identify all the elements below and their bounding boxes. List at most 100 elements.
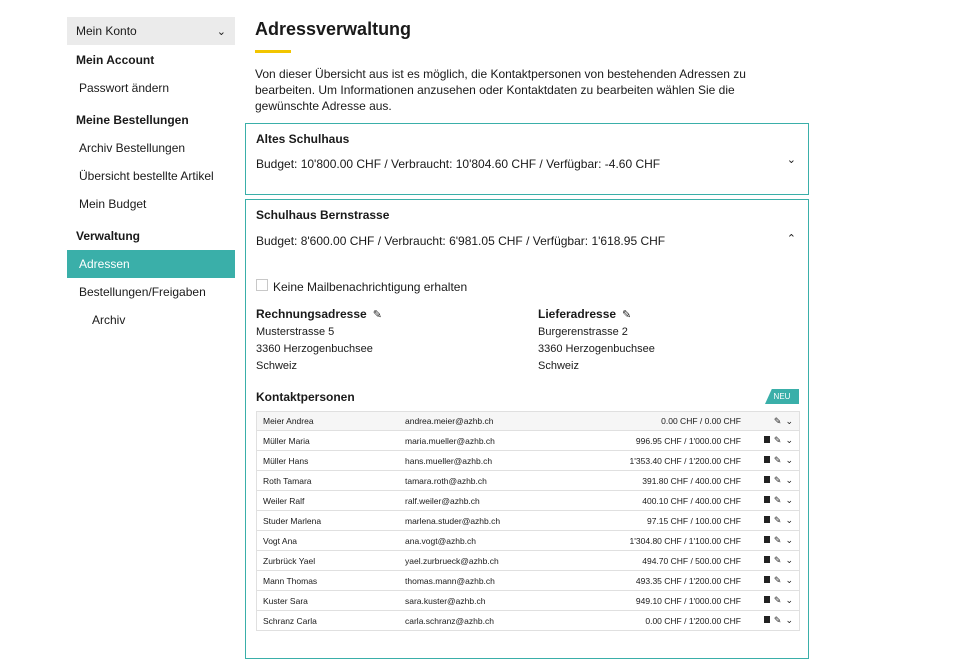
contact-name: Roth Tamara <box>263 475 312 486</box>
row-actions: ✎ ⌄ <box>757 615 793 626</box>
chevron-down-icon[interactable]: ⌄ <box>785 495 793 506</box>
chevron-down-icon[interactable]: ⌄ <box>785 575 793 586</box>
page-title: Adressverwaltung <box>255 19 412 39</box>
trash-icon[interactable] <box>763 436 770 443</box>
row-actions: ✎ ⌄ <box>757 575 793 586</box>
chevron-down-icon[interactable]: ⌄ <box>785 555 793 566</box>
address-card-budget: Budget: 8'600.00 CHF / Verbraucht: 6'981… <box>256 234 666 248</box>
row-actions: ✎ ⌄ <box>757 515 793 526</box>
pencil-icon[interactable]: ✎ <box>622 309 631 321</box>
chevron-down-icon[interactable]: ⌄ <box>785 595 793 606</box>
pencil-icon[interactable]: ✎ <box>373 309 382 321</box>
mail-notification-label: Keine Mailbenachrichtigung erhalten <box>273 280 468 294</box>
mail-notification-checkbox[interactable] <box>256 279 268 291</box>
trash-icon[interactable] <box>763 596 770 603</box>
contact-email: ana.vogt@azhb.ch <box>405 535 477 546</box>
contact-name: Schranz Carla <box>263 615 317 626</box>
pencil-icon[interactable]: ✎ <box>774 495 782 506</box>
pencil-icon[interactable]: ✎ <box>774 595 782 606</box>
sidebar-item-mein-budget[interactable]: Mein Budget <box>67 190 235 218</box>
contact-email: hans.mueller@azhb.ch <box>405 455 493 466</box>
intro-text: Von dieser Übersicht aus ist es möglich,… <box>255 67 746 113</box>
chevron-down-icon[interactable]: ⌄ <box>785 535 793 546</box>
chevron-down-icon[interactable]: ⌄ <box>785 475 793 486</box>
sidebar-item-bestellungen-freigaben[interactable]: Bestellungen/Freigaben <box>67 278 235 306</box>
address-card-schulhaus-bernstrasse[interactable]: Schulhaus Bernstrasse Budget: 8'600.00 C… <box>245 199 809 659</box>
contact-budget: 97.15 CHF / 100.00 CHF <box>646 515 741 526</box>
pencil-icon[interactable]: ✎ <box>774 475 782 486</box>
sidebar-item-adressen[interactable]: Adressen <box>67 250 235 278</box>
pencil-icon[interactable]: ✎ <box>774 535 782 546</box>
table-row: Roth Tamara tamara.roth@azhb.ch 391.80 CHF… <box>256 471 800 491</box>
trash-icon[interactable] <box>763 576 770 583</box>
chevron-up-icon[interactable]: ⌃ <box>787 232 796 245</box>
rechnungsadresse-street: Musterstrasse 5 <box>256 326 335 338</box>
lieferadresse-street: Burgerenstrasse 2 <box>538 326 628 338</box>
address-card-altes-schulhaus[interactable]: Altes Schulhaus Budget: 10'800.00 CHF / … <box>245 123 809 195</box>
contact-name: Weiler Ralf <box>263 495 305 506</box>
pencil-icon[interactable]: ✎ <box>774 515 782 526</box>
sidebar-item-archiv[interactable]: Archiv <box>67 306 235 334</box>
account-dropdown[interactable]: Mein Konto ⌄ <box>67 17 235 45</box>
table-row: Müller Hans hans.mueller@azhb.ch 1'353.40 … <box>256 451 800 471</box>
contact-email: yael.zurbrueck@azhb.ch <box>405 555 499 566</box>
pencil-icon[interactable]: ✎ <box>774 435 782 446</box>
main-content: Adressverwaltung Von dieser Übersicht au… <box>255 17 815 114</box>
sidebar-item-archiv-bestellungen[interactable]: Archiv Bestellungen <box>67 134 235 162</box>
contact-name: Müller Hans <box>263 455 309 466</box>
trash-icon[interactable] <box>763 496 770 503</box>
chevron-down-icon[interactable]: ⌄ <box>785 455 793 466</box>
lieferadresse-title: Lieferadresse <box>538 307 617 321</box>
row-actions: ✎ ⌄ <box>757 535 793 546</box>
table-row: Weiler Ralf ralf.weiler@azhb.ch 400.10 CHF… <box>256 491 800 511</box>
contact-name: Kuster Sara <box>263 595 308 606</box>
chevron-down-icon[interactable]: ⌄ <box>785 435 793 446</box>
table-row: Meier Andrea andrea.meier@azhb.ch 0.00 CHF… <box>256 411 800 431</box>
table-row: Mann Thomas thomas.mann@azhb.ch 493.35 CHF… <box>256 571 800 591</box>
contact-name: Vogt Ana <box>263 535 298 546</box>
row-actions: ✎ ⌄ <box>757 475 793 486</box>
table-row: Müller Maria maria.mueller@azhb.ch 996.95 … <box>256 431 800 451</box>
contact-email: carla.schranz@azhb.ch <box>405 615 494 626</box>
chevron-down-icon: ⌄ <box>216 25 226 38</box>
pencil-icon[interactable]: ✎ <box>774 416 782 427</box>
contact-budget: 949.10 CHF / 1'000.00 CHF <box>635 595 741 606</box>
pencil-icon[interactable]: ✎ <box>774 615 782 626</box>
trash-icon[interactable] <box>763 516 770 523</box>
contact-budget: 996.95 CHF / 1'000.00 CHF <box>635 435 741 446</box>
trash-icon[interactable] <box>763 476 770 483</box>
pencil-icon[interactable]: ✎ <box>774 455 782 466</box>
sidebar-item-passwort[interactable]: Passwort ändern <box>67 74 235 102</box>
contact-budget: 1'353.40 CHF / 1'200.00 CHF <box>629 455 741 466</box>
address-card-budget: Budget: 10'800.00 CHF / Verbraucht: 10'8… <box>256 157 661 171</box>
rechnungsadresse-city: 3360 Herzogenbuchsee <box>256 343 373 355</box>
sidebar-group-verwaltung: Verwaltung <box>76 229 141 243</box>
title-underline <box>255 50 291 53</box>
chevron-down-icon[interactable]: ⌄ <box>787 153 796 166</box>
contact-budget: 493.35 CHF / 1'200.00 CHF <box>635 575 741 586</box>
contact-name: Zurbrück Yael <box>263 555 316 566</box>
rechnungsadresse-title: Rechnungsadresse <box>256 307 367 321</box>
chevron-down-icon[interactable]: ⌄ <box>785 416 793 427</box>
contact-email: sara.kuster@azhb.ch <box>405 595 486 606</box>
chevron-down-icon[interactable]: ⌄ <box>785 615 793 626</box>
new-contact-button[interactable]: NEU <box>765 389 799 404</box>
pencil-icon[interactable]: ✎ <box>774 575 782 586</box>
contact-email: thomas.mann@azhb.ch <box>405 575 495 586</box>
kontaktpersonen-title: Kontaktpersonen <box>256 390 355 404</box>
row-actions: ✎ ⌄ <box>757 495 793 506</box>
contact-email: marlena.studer@azhb.ch <box>405 515 501 526</box>
trash-icon[interactable] <box>763 616 770 623</box>
table-row: Studer Marlena marlena.studer@azhb.ch 97.1… <box>256 511 800 531</box>
contact-budget: 0.00 CHF / 0.00 CHF <box>661 416 741 426</box>
trash-icon[interactable] <box>763 536 770 543</box>
chevron-down-icon[interactable]: ⌄ <box>785 515 793 526</box>
pencil-icon[interactable]: ✎ <box>774 555 782 566</box>
contact-name: Studer Marlena <box>263 515 322 526</box>
sidebar-item-uebersicht-artikel[interactable]: Übersicht bestellte Artikel <box>67 162 235 190</box>
table-row: Zurbrück Yael yael.zurbrueck@azhb.ch 494.7… <box>256 551 800 571</box>
row-actions: ✎ ⌄ <box>757 455 793 466</box>
trash-icon[interactable] <box>763 456 770 463</box>
trash-icon[interactable] <box>763 556 770 563</box>
table-row: Schranz Carla carla.schranz@azhb.ch 0.00 C… <box>256 611 800 631</box>
